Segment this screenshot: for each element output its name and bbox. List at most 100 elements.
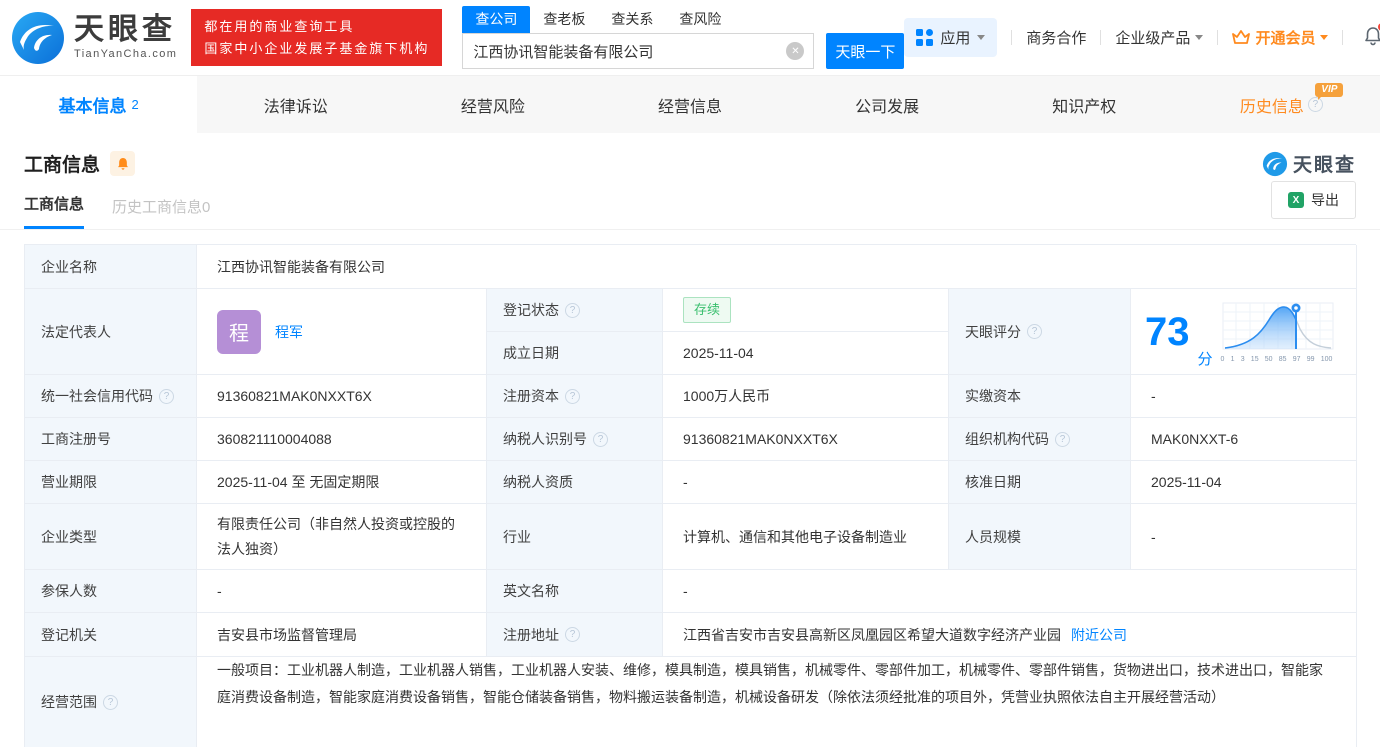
top-header: 天眼查 TianYanCha.com 都在用的商业查询工具 国家中小企业发展子基… bbox=[0, 0, 1380, 75]
taxpayer-id-label: 纳税人识别号 bbox=[487, 418, 663, 461]
apps-menu-button[interactable]: 应用 bbox=[904, 18, 998, 57]
legal-rep-label: 法定代表人 bbox=[25, 289, 197, 375]
business-coop-label: 商务合作 bbox=[1026, 30, 1087, 47]
tianyancha-logo[interactable]: 天眼查 TianYanCha.com bbox=[10, 10, 177, 66]
tianyancha-watermark-icon bbox=[1262, 151, 1288, 176]
tab-legal-litigation-label: 法律诉讼 bbox=[263, 98, 328, 116]
crown-icon bbox=[1232, 30, 1251, 44]
tab-basic-info[interactable]: 基本信息 2 bbox=[0, 76, 198, 133]
staff-size-label: 人员规模 bbox=[949, 504, 1131, 570]
search-button[interactable]: 天眼一下 bbox=[826, 33, 905, 69]
score-unit: 分 bbox=[1197, 351, 1213, 368]
nearby-companies-link[interactable]: 附近公司 bbox=[1071, 625, 1127, 645]
business-term-value: 2025-11-04 至 无固定期限 bbox=[197, 461, 487, 504]
search-tab-relation[interactable]: 查关系 bbox=[598, 6, 666, 33]
tianyancha-logo-icon bbox=[12, 11, 64, 64]
reg-capital-label: 注册资本 bbox=[487, 375, 663, 418]
paid-capital-value: - bbox=[1131, 375, 1357, 418]
taxpayer-quality-value: - bbox=[663, 461, 949, 504]
reg-status-cell: 存续 bbox=[663, 289, 949, 332]
excel-icon bbox=[1288, 192, 1304, 208]
industry-value: 计算机、通信和其他电子设备制造业 bbox=[663, 504, 949, 570]
score-value: 73 bbox=[1145, 309, 1190, 354]
subtab-business-info[interactable]: 工商信息 bbox=[24, 193, 85, 229]
apps-grid-icon bbox=[916, 29, 934, 46]
taxpayer-id-value: 91360821MAK0NXXT6X bbox=[663, 418, 949, 461]
business-coop-link[interactable]: 商务合作 bbox=[1026, 27, 1086, 48]
org-code-label-text: 组织机构代码 bbox=[965, 431, 1049, 447]
export-button[interactable]: 导出 bbox=[1271, 181, 1356, 219]
credit-code-label: 统一社会信用代码 bbox=[25, 375, 197, 418]
help-icon[interactable] bbox=[159, 388, 174, 404]
status-badge: 存续 bbox=[683, 297, 732, 323]
subtab-row: 工商信息 历史工商信息0 导出 bbox=[0, 177, 1380, 230]
search-tab-company[interactable]: 查公司 bbox=[462, 6, 531, 33]
help-icon[interactable] bbox=[565, 302, 580, 318]
score-label: 天眼评分 bbox=[949, 289, 1131, 375]
org-code-label: 组织机构代码 bbox=[949, 418, 1131, 461]
help-icon[interactable] bbox=[103, 694, 118, 710]
industry-label: 行业 bbox=[487, 504, 663, 570]
approval-date-value: 2025-11-04 bbox=[1131, 461, 1357, 504]
tab-operation-info-label: 经营信息 bbox=[657, 98, 722, 116]
business-info-table: 企业名称 江西协讯智能装备有限公司 法定代表人 程 程军 登记状态 存续 成立日… bbox=[24, 244, 1357, 747]
tab-operation-risk[interactable]: 经营风险 bbox=[394, 76, 591, 133]
reg-status-label: 登记状态 bbox=[487, 289, 663, 332]
chevron-down-icon bbox=[1195, 35, 1204, 40]
help-icon[interactable] bbox=[565, 388, 580, 404]
watermark-logo: 天眼查 bbox=[1262, 150, 1356, 177]
help-icon[interactable] bbox=[565, 627, 580, 642]
org-code-value: MAK0NXXT-6 bbox=[1131, 418, 1357, 461]
establish-date-label: 成立日期 bbox=[487, 332, 663, 375]
notifications-button[interactable] bbox=[1363, 22, 1380, 50]
score-distribution-chart: 01 3 15 50 85 97 99 100 bbox=[1221, 301, 1337, 363]
business-scope-label-text: 经营范围 bbox=[41, 694, 97, 710]
legal-rep-cell: 程 程军 bbox=[197, 289, 487, 375]
search-tab-boss[interactable]: 查老板 bbox=[530, 6, 598, 33]
subscribe-bell-button[interactable] bbox=[110, 151, 136, 176]
reg-status-label-text: 登记状态 bbox=[503, 302, 559, 318]
english-name-label: 英文名称 bbox=[487, 570, 663, 613]
tab-operation-risk-label: 经营风险 bbox=[460, 98, 525, 116]
approval-date-label: 核准日期 bbox=[949, 461, 1131, 504]
tab-history-info-label: 历史信息 bbox=[1239, 98, 1304, 116]
tab-history-info[interactable]: VIP 历史信息 bbox=[1183, 76, 1380, 133]
business-term-label: 营业期限 bbox=[25, 461, 197, 504]
reg-authority-label: 登记机关 bbox=[25, 613, 197, 657]
subtab-history-business-info[interactable]: 历史工商信息0 bbox=[112, 196, 210, 229]
reg-address-label-text: 注册地址 bbox=[503, 626, 559, 643]
help-icon[interactable] bbox=[1055, 431, 1070, 447]
score-cell[interactable]: 73 分 0 1 3 15 50 85 97 99 100 bbox=[1131, 289, 1357, 375]
search-input[interactable] bbox=[462, 33, 815, 69]
enterprise-products-menu[interactable]: 企业级产品 bbox=[1115, 27, 1204, 48]
promo-line-2: 国家中小企业发展子基金旗下机构 bbox=[204, 40, 430, 56]
tab-company-development-label: 公司发展 bbox=[855, 98, 920, 116]
logo-title: 天眼查 bbox=[74, 13, 176, 46]
help-icon[interactable] bbox=[1027, 324, 1042, 339]
reg-address-cell: 江西省吉安市吉安县高新区凤凰园区希望大道数字经济产业园 附近公司 bbox=[663, 613, 1357, 657]
open-vip-menu[interactable]: 开通会员 bbox=[1232, 27, 1329, 48]
taxpayer-quality-label: 纳税人资质 bbox=[487, 461, 663, 504]
divider bbox=[1011, 30, 1013, 45]
header-menu: 应用 商务合作 企业级产品 开通会员 超级.. bbox=[904, 18, 1380, 57]
vip-badge: VIP bbox=[1315, 83, 1344, 100]
search-tab-risk[interactable]: 查风险 bbox=[666, 6, 734, 33]
company-name-label: 企业名称 bbox=[25, 245, 197, 289]
tab-operation-info[interactable]: 经营信息 bbox=[591, 76, 788, 133]
credit-code-value: 91360821MAK0NXXT6X bbox=[197, 375, 487, 418]
avatar[interactable]: 程 bbox=[217, 309, 261, 354]
reg-capital-value: 1000万人民币 bbox=[663, 375, 949, 418]
tab-company-development[interactable]: 公司发展 bbox=[789, 76, 986, 133]
english-name-value: - bbox=[663, 570, 1357, 613]
tab-legal-litigation[interactable]: 法律诉讼 bbox=[197, 76, 394, 133]
staff-size-value: - bbox=[1131, 504, 1357, 570]
legal-rep-name-link[interactable]: 程军 bbox=[275, 322, 303, 342]
tab-intellectual-property[interactable]: 知识产权 bbox=[986, 76, 1183, 133]
business-scope-label: 经营范围 bbox=[25, 657, 197, 747]
paid-capital-label: 实缴资本 bbox=[949, 375, 1131, 418]
reg-authority-value: 吉安县市场监督管理局 bbox=[197, 613, 487, 657]
reg-capital-label-text: 注册资本 bbox=[503, 388, 559, 404]
establish-date-value: 2025-11-04 bbox=[663, 332, 949, 375]
help-icon[interactable] bbox=[593, 431, 608, 447]
reg-address-label: 注册地址 bbox=[487, 613, 663, 657]
